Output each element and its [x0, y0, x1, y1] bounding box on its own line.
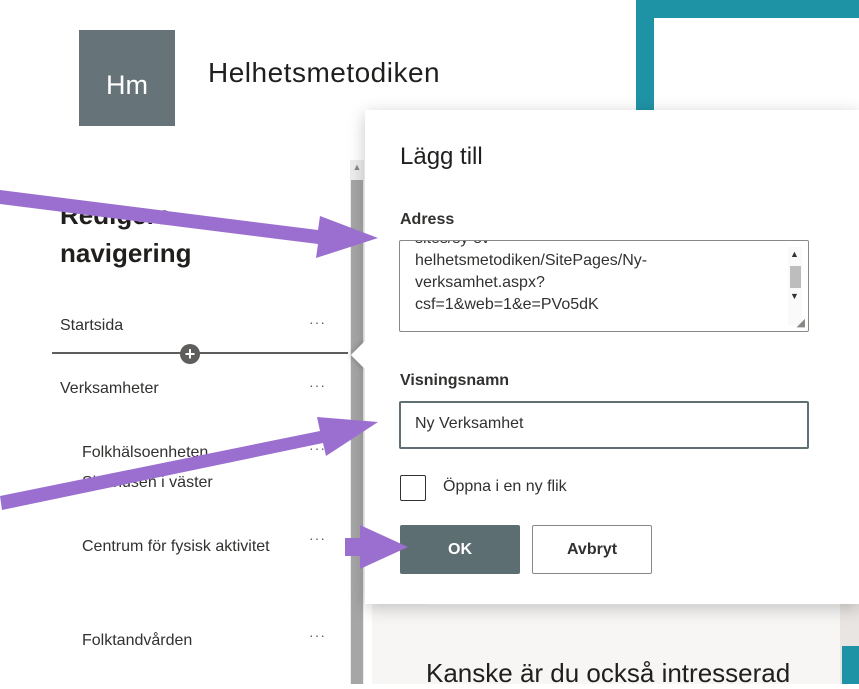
display-name-input[interactable]: Ny Verksamhet	[399, 401, 809, 449]
more-options-icon[interactable]: ···	[309, 377, 326, 393]
resize-grip-icon[interactable]: ◢	[797, 316, 805, 329]
nav-subitem-centrum-fysisk-aktivitet[interactable]: Centrum för fysisk aktivitet	[82, 532, 272, 562]
address-scrollbar-thumb[interactable]	[790, 266, 801, 288]
nav-subitem-folkhalsoenheten[interactable]: Folkhälsoenheten Sjukhusen i väster	[82, 438, 287, 498]
dialog-title: Lägg till	[400, 143, 483, 170]
site-title[interactable]: Helhetsmetodiken	[208, 57, 440, 89]
ok-button[interactable]: OK	[400, 525, 520, 574]
address-label: Adress	[400, 211, 455, 228]
scroll-up-icon[interactable]: ▲	[350, 162, 364, 176]
decorative-teal-block	[842, 646, 859, 684]
display-name-value: Ny Verksamhet	[415, 415, 524, 432]
site-logo[interactable]: Hm	[79, 30, 175, 126]
address-scrollbar[interactable]: ▲ ▼	[788, 247, 802, 325]
display-name-label: Visningsnamn	[400, 372, 510, 389]
scroll-up-icon[interactable]: ▲	[790, 249, 799, 259]
more-options-icon[interactable]: ···	[309, 440, 326, 456]
cancel-button[interactable]: Avbryt	[532, 525, 652, 574]
nav-subitem-folktandvarden[interactable]: Folktandvården	[82, 626, 287, 656]
open-new-tab-label[interactable]: Öppna i en ny flik	[443, 478, 567, 496]
dialog-beak-cover	[365, 330, 395, 380]
add-link-icon[interactable]: +	[180, 344, 200, 364]
more-options-icon[interactable]: ···	[309, 530, 326, 546]
insert-link-line	[52, 352, 348, 354]
section-heading: Kanske är du också intresserad	[426, 658, 791, 688]
more-options-icon[interactable]: ···	[309, 314, 326, 330]
nav-item-startsida[interactable]: Startsida	[60, 317, 123, 335]
nav-editor-heading: Redigera navigering	[60, 200, 192, 268]
nav-item-verksamheter[interactable]: Verksamheter	[60, 380, 159, 398]
nav-scrollbar-thumb[interactable]	[351, 180, 363, 684]
scroll-down-icon[interactable]: ▼	[790, 291, 799, 301]
address-value: sites/sy-sv- helhetsmetodiken/SitePages/…	[415, 241, 648, 313]
more-options-icon[interactable]: ···	[309, 627, 326, 643]
site-logo-initials: Hm	[106, 69, 148, 100]
address-input[interactable]: sites/sy-sv- helhetsmetodiken/SitePages/…	[399, 240, 809, 332]
open-new-tab-checkbox[interactable]	[400, 475, 426, 501]
